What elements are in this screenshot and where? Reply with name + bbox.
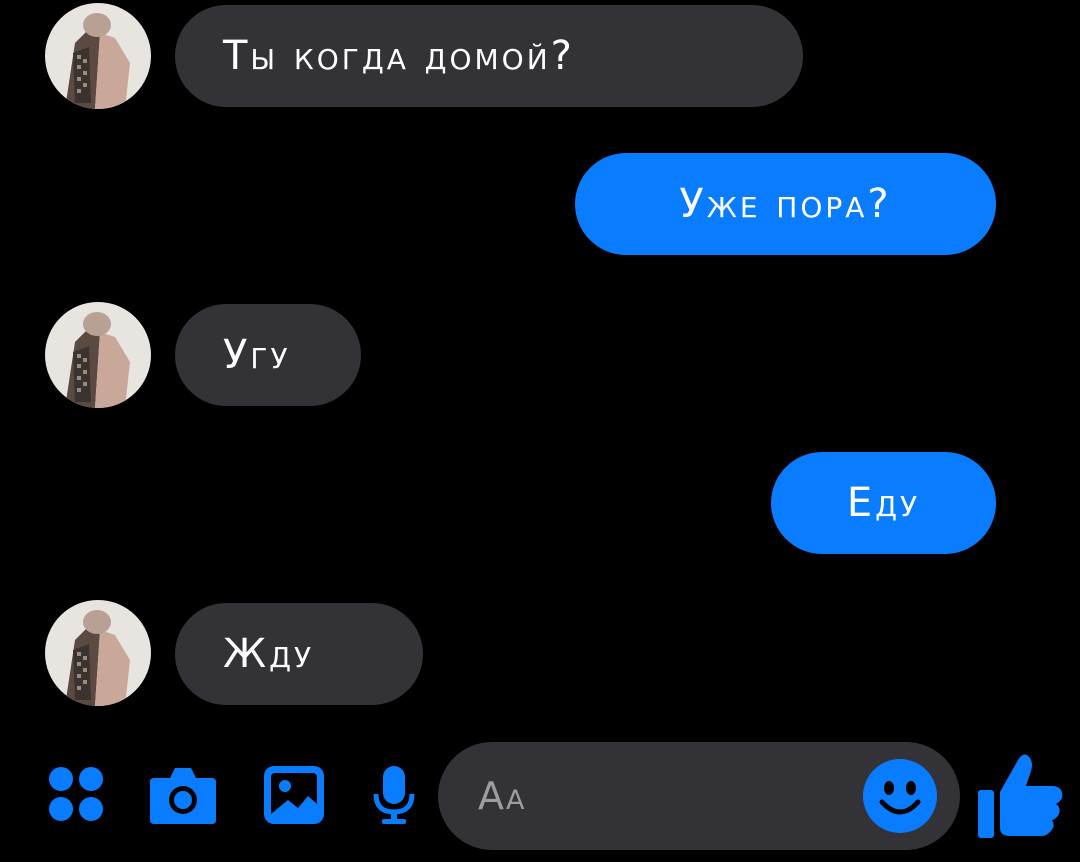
contact-avatar[interactable] bbox=[45, 302, 151, 408]
camera-icon[interactable] bbox=[148, 764, 218, 830]
message-input-placeholder: Аа bbox=[478, 774, 527, 818]
contact-avatar[interactable] bbox=[45, 3, 151, 109]
contact-avatar[interactable] bbox=[45, 600, 151, 706]
message-incoming[interactable]: Жду bbox=[175, 603, 423, 705]
microphone-icon[interactable] bbox=[372, 764, 416, 830]
message-incoming[interactable]: Угу bbox=[175, 304, 361, 406]
menu-icon[interactable] bbox=[46, 764, 106, 828]
gallery-icon[interactable] bbox=[262, 764, 326, 830]
like-icon[interactable] bbox=[974, 750, 1066, 842]
message-incoming[interactable]: Ты когда домой? bbox=[175, 5, 803, 107]
message-outgoing[interactable]: Еду bbox=[771, 452, 996, 554]
message-input[interactable]: Аа bbox=[438, 742, 960, 850]
message-outgoing[interactable]: Уже пора? bbox=[575, 153, 996, 255]
emoji-icon[interactable] bbox=[862, 758, 938, 834]
